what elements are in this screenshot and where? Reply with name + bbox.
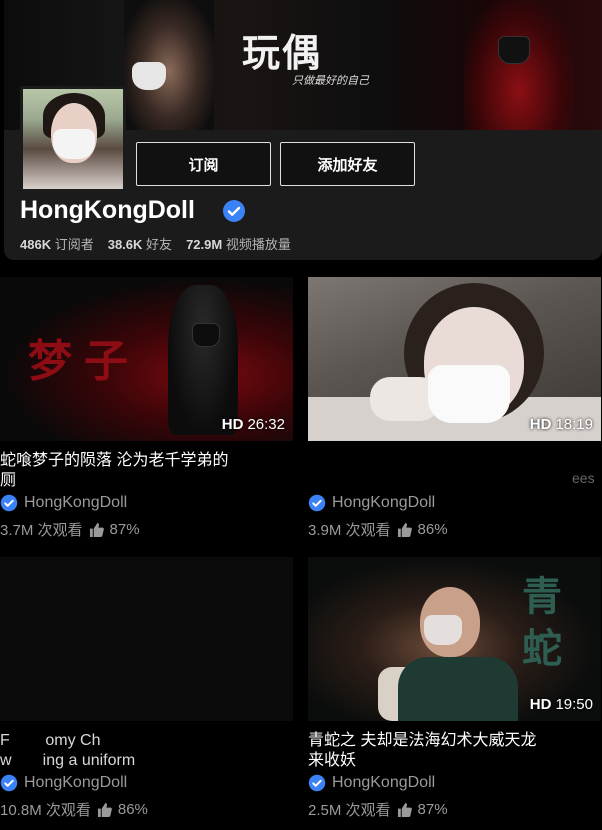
video-views: 3.9M 次观看: [308, 522, 391, 539]
video-channel[interactable]: HongKongDoll: [0, 494, 127, 512]
stat-subscribers: 486K 订阅者: [20, 237, 94, 252]
video-card[interactable]: F omy Ch w ing a uniform HongKongDoll 10…: [0, 557, 293, 819]
thumbnail-figure: [168, 285, 238, 435]
banner-mask-right: [498, 36, 530, 64]
thumbs-up-icon: [89, 522, 104, 537]
thumbs-up-icon: [97, 802, 112, 817]
video-title-fragment: ees: [572, 470, 595, 486]
stat-friends: 38.6K 好友: [107, 237, 173, 252]
video-title[interactable]: F omy Ch w ing a uniform: [0, 731, 293, 771]
video-channel-name[interactable]: HongKongDoll: [332, 774, 435, 792]
video-thumbnail[interactable]: 青 蛇 HD 19:50: [308, 557, 601, 721]
video-thumbnail[interactable]: 梦子 HD 26:32: [0, 277, 293, 441]
video-title[interactable]: 青蛇之 夫却是法海幻术大威天龙 来收妖: [308, 731, 601, 771]
verified-check-icon: [0, 494, 18, 512]
video-rating: 86%: [117, 801, 148, 818]
video-views: 10.8M 次观看: [0, 802, 91, 819]
subscribe-button[interactable]: 订阅: [136, 142, 271, 186]
video-stats: 3.7M 次观看 87%: [0, 519, 140, 540]
video-title[interactable]: 蛇喰梦子的陨落 沦为老千学弟的 厕: [0, 451, 293, 491]
verified-check-icon: [223, 200, 245, 222]
thumbnail-mask: [424, 615, 462, 645]
video-rating: 87%: [109, 521, 140, 538]
banner-title: 玩偶: [242, 30, 323, 75]
channel-profile-card: 玩偶 只做最好的自己 订阅 添加好友 HongKongDoll 486K 订阅者…: [4, 0, 602, 260]
thumbnail-mask: [192, 323, 220, 347]
channel-avatar[interactable]: [20, 86, 126, 192]
video-duration: HD 18:19: [529, 416, 593, 433]
thumbs-up-icon: [397, 522, 412, 537]
add-friend-button[interactable]: 添加好友: [280, 142, 415, 186]
verified-check-icon: [308, 774, 326, 792]
banner-figure-right: [464, 0, 574, 130]
thumbnail-text: 青 蛇: [522, 573, 562, 672]
avatar-mask: [53, 129, 95, 159]
stat-views: 72.9M 视频播放量: [186, 237, 291, 252]
channel-name[interactable]: HongKongDoll: [20, 196, 195, 225]
video-thumbnail[interactable]: [0, 557, 293, 721]
video-duration: HD 19:50: [529, 696, 593, 713]
video-stats: 10.8M 次观看 86%: [0, 799, 148, 820]
video-channel-name[interactable]: HongKongDoll: [332, 494, 435, 512]
video-channel-name[interactable]: HongKongDoll: [24, 774, 127, 792]
video-thumbnail[interactable]: HD 18:19: [308, 277, 601, 441]
video-channel[interactable]: HongKongDoll: [308, 494, 435, 512]
video-rating: 86%: [417, 521, 448, 538]
verified-check-icon: [308, 494, 326, 512]
video-channel[interactable]: HongKongDoll: [308, 774, 435, 792]
video-stats: 3.9M 次观看 86%: [308, 519, 448, 540]
video-card[interactable]: 青 蛇 HD 19:50 青蛇之 夫却是法海幻术大威天龙 来收妖 HongKong…: [308, 557, 601, 819]
verified-check-icon: [0, 774, 18, 792]
video-card[interactable]: HD 18:19 HongKongDoll 3.9M 次观看 86%: [308, 277, 601, 539]
thumbnail-mask: [428, 365, 510, 423]
channel-stats: 486K 订阅者 38.6K 好友 72.9M 视频播放量: [20, 234, 291, 253]
video-duration: HD 26:32: [221, 416, 285, 433]
thumbs-up-icon: [397, 802, 412, 817]
banner-subtitle: 只做最好的自己: [292, 74, 369, 87]
thumbnail-text: 梦子: [28, 336, 140, 387]
video-rating: 87%: [417, 801, 448, 818]
video-views: 3.7M 次观看: [0, 522, 83, 539]
video-views: 2.5M 次观看: [308, 802, 391, 819]
video-stats: 2.5M 次观看 87%: [308, 799, 448, 820]
video-card[interactable]: 梦子 HD 26:32 蛇喰梦子的陨落 沦为老千学弟的 厕 HongKongDol…: [0, 277, 293, 539]
video-channel-name[interactable]: HongKongDoll: [24, 494, 127, 512]
video-channel[interactable]: HongKongDoll: [0, 774, 127, 792]
banner-mask-left: [132, 62, 166, 90]
thumbnail-body: [398, 657, 518, 721]
